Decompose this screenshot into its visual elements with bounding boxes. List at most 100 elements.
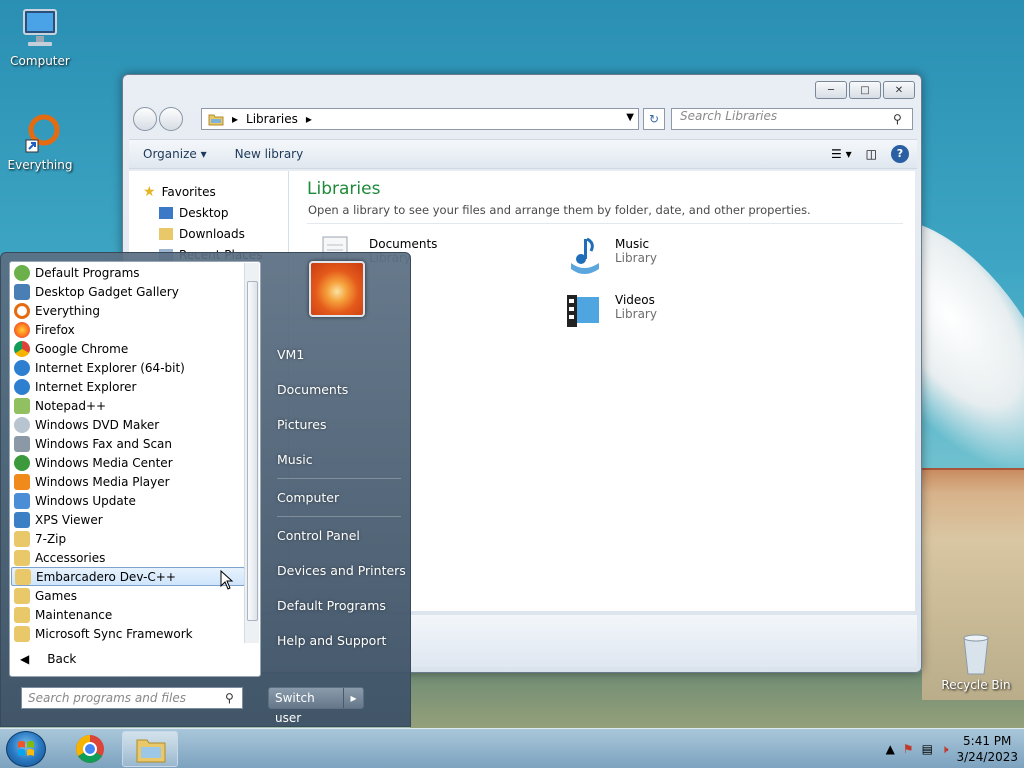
fax-scan-icon [14, 435, 30, 452]
new-library-button[interactable]: New library [221, 147, 318, 161]
program-label: Windows Update [35, 493, 136, 508]
user-avatar[interactable] [309, 261, 365, 317]
programs-scrollbar[interactable] [244, 263, 259, 643]
address-chevron-icon[interactable]: ▸ [306, 112, 312, 126]
back-arrow-icon: ◀ [20, 652, 30, 666]
start-right-column: VM1 Documents Pictures Music Computer Co… [277, 337, 407, 658]
search-icon[interactable]: ⚲ [893, 112, 902, 126]
program-everything[interactable]: Everything [11, 301, 245, 320]
command-bar: Organize ▾ New library ☰ ▾ ◫ ? [129, 139, 917, 169]
start-link-help-support[interactable]: Help and Support [277, 623, 407, 658]
program-embarcadero-dev-cpp[interactable]: Embarcadero Dev-C++ [11, 567, 245, 586]
program-label: Maintenance [35, 607, 113, 622]
start-link-user[interactable]: VM1 [277, 337, 407, 372]
start-link-pictures[interactable]: Pictures [277, 407, 407, 442]
program-default-programs[interactable]: Default Programs [11, 263, 245, 282]
search-input[interactable]: Search Libraries [671, 108, 913, 130]
program-7-zip[interactable]: 7-Zip [11, 529, 245, 548]
start-button[interactable] [6, 731, 46, 767]
close-button[interactable]: ✕ [883, 81, 915, 99]
dvd-maker-icon [14, 416, 30, 433]
folder-icon [14, 606, 30, 623]
internet-explorer-icon [14, 359, 30, 376]
program-accessories[interactable]: Accessories [11, 548, 245, 567]
nav-desktop[interactable]: Desktop [129, 202, 288, 223]
media-player-icon [14, 473, 30, 490]
mouse-cursor-icon [220, 569, 234, 593]
folder-icon [14, 530, 30, 547]
program-windows-media-center[interactable]: Windows Media Center [11, 453, 245, 472]
forward-button[interactable] [159, 107, 183, 131]
nav-downloads[interactable]: Downloads [129, 223, 288, 244]
action-center-flag-icon[interactable]: ⚑ [903, 742, 914, 756]
program-internet-explorer[interactable]: Internet Explorer [11, 377, 245, 396]
back-button[interactable] [133, 107, 157, 131]
program-google-chrome[interactable]: Google Chrome [11, 339, 245, 358]
program-windows-fax-and-scan[interactable]: Windows Fax and Scan [11, 434, 245, 453]
start-link-control-panel[interactable]: Control Panel [277, 518, 407, 553]
program-firefox[interactable]: Firefox [11, 320, 245, 339]
program-microsoft-sync-framework[interactable]: Microsoft Sync Framework [11, 624, 245, 643]
library-music[interactable]: Music Library [561, 233, 657, 279]
show-hidden-icons-icon[interactable]: ▲ [886, 742, 895, 756]
maximize-button[interactable]: □ [849, 81, 881, 99]
taskbar-explorer[interactable] [122, 731, 178, 767]
preview-pane-icon[interactable]: ◫ [866, 147, 877, 161]
address-crumb-libraries[interactable]: Libraries [246, 112, 298, 126]
minimize-button[interactable]: ─ [815, 81, 847, 99]
program-label: Internet Explorer [35, 379, 137, 394]
desktop-icon-recycle-bin[interactable]: Recycle Bin [938, 632, 1014, 692]
address-bar[interactable]: ▸ Libraries ▸ ▼ [201, 108, 639, 130]
desktop-icon-computer[interactable]: Computer [2, 8, 78, 68]
internet-explorer-icon [14, 378, 30, 395]
scrollbar-thumb[interactable] [247, 281, 258, 621]
everything-icon [14, 302, 30, 319]
shutdown-options-arrow-icon[interactable]: ▸ [343, 688, 363, 708]
nav-favorites[interactable]: ★ Favorites [129, 181, 288, 202]
divider [277, 478, 401, 479]
program-notepad-plus-plus[interactable]: Notepad++ [11, 396, 245, 415]
start-link-documents[interactable]: Documents [277, 372, 407, 407]
start-link-default-programs[interactable]: Default Programs [277, 588, 407, 623]
back-button[interactable]: ◀ Back [20, 652, 76, 666]
recycle-bin-icon [952, 632, 1000, 676]
program-label: Notepad++ [35, 398, 107, 413]
gadget-gallery-icon [14, 283, 30, 300]
start-link-computer[interactable]: Computer [277, 480, 407, 515]
desktop-icon-everything[interactable]: Everything [2, 112, 78, 172]
program-maintenance[interactable]: Maintenance [11, 605, 245, 624]
nav-favorites-label: Favorites [161, 184, 216, 199]
chrome-icon [76, 735, 104, 763]
start-link-devices-printers[interactable]: Devices and Printers [277, 553, 407, 588]
start-link-music[interactable]: Music [277, 442, 407, 477]
start-search-input[interactable]: Search programs and files [21, 687, 243, 709]
refresh-button[interactable]: ↻ [643, 108, 665, 130]
divider [277, 516, 401, 517]
address-chevron-icon[interactable]: ▸ [232, 112, 238, 126]
program-label: Windows Media Center [35, 455, 173, 470]
folder-icon [14, 625, 30, 642]
library-videos[interactable]: Videos Library [561, 289, 657, 335]
program-windows-dvd-maker[interactable]: Windows DVD Maker [11, 415, 245, 434]
program-windows-media-player[interactable]: Windows Media Player [11, 472, 245, 491]
program-label: Accessories [35, 550, 106, 565]
view-options-icon[interactable]: ☰ ▾ [831, 147, 852, 161]
folder-icon [14, 549, 30, 566]
media-center-icon [14, 454, 30, 471]
program-internet-explorer-64[interactable]: Internet Explorer (64-bit) [11, 358, 245, 377]
volume-muted-icon[interactable]: 🕨 [941, 742, 949, 757]
network-icon[interactable]: ▤ [922, 742, 933, 756]
help-icon[interactable]: ? [891, 145, 909, 163]
address-dropdown-icon[interactable]: ▼ [626, 112, 634, 123]
firefox-icon [14, 321, 30, 338]
program-label: Windows DVD Maker [35, 417, 160, 432]
program-xps-viewer[interactable]: XPS Viewer [11, 510, 245, 529]
program-windows-update[interactable]: Windows Update [11, 491, 245, 510]
clock[interactable]: 5:41 PM 3/24/2023 [956, 733, 1018, 765]
organize-button[interactable]: Organize ▾ [129, 147, 221, 161]
taskbar-chrome[interactable] [62, 731, 118, 767]
program-games[interactable]: Games [11, 586, 245, 605]
program-desktop-gadget-gallery[interactable]: Desktop Gadget Gallery [11, 282, 245, 301]
switch-user-button[interactable]: Switch user ▸ [268, 687, 364, 725]
xps-viewer-icon [14, 511, 30, 528]
